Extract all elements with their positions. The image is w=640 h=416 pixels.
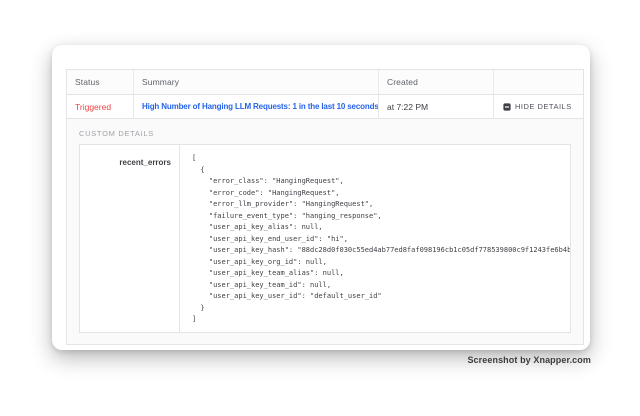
custom-details-box: recent_errors [ { "error_class": "Hangin… bbox=[79, 144, 571, 333]
column-header-label: Status bbox=[75, 77, 100, 87]
field-value-column: [ { "error_class": "HangingRequest", "er… bbox=[180, 145, 570, 332]
custom-details-heading: CUSTOM DETAILS bbox=[79, 129, 571, 138]
minus-square-icon bbox=[503, 103, 511, 111]
alert-summary-link[interactable]: High Number of Hanging LLM Requests: 1 i… bbox=[142, 102, 379, 111]
created-text: at 7:22 PM bbox=[387, 102, 428, 112]
column-header-label: Created bbox=[387, 77, 418, 87]
hide-details-button[interactable]: HIDE DETAILS bbox=[503, 102, 572, 111]
field-name-column: recent_errors bbox=[80, 145, 180, 332]
alerts-table: Status Summary Created Triggered High Nu… bbox=[66, 69, 584, 345]
column-header-summary: Summary bbox=[134, 70, 379, 94]
status-text: Triggered bbox=[75, 102, 111, 112]
created-cell: at 7:22 PM bbox=[379, 95, 494, 118]
xnapper-watermark: Screenshot by Xnapper.com bbox=[467, 355, 591, 365]
actions-cell: HIDE DETAILS bbox=[494, 95, 583, 118]
field-name-label: recent_errors bbox=[119, 158, 171, 167]
table-row: Triggered High Number of Hanging LLM Req… bbox=[67, 95, 583, 119]
column-header-label: Summary bbox=[142, 77, 179, 87]
table-header-row: Status Summary Created bbox=[67, 70, 583, 95]
column-header-created: Created bbox=[379, 70, 494, 94]
status-cell: Triggered bbox=[67, 95, 134, 118]
recent-errors-json: [ { "error_class": "HangingRequest", "er… bbox=[192, 153, 558, 326]
custom-details-section: CUSTOM DETAILS recent_errors [ { "error_… bbox=[67, 119, 583, 344]
column-header-actions bbox=[494, 70, 583, 94]
alert-details-card: Status Summary Created Triggered High Nu… bbox=[52, 45, 590, 350]
column-header-status: Status bbox=[67, 70, 134, 94]
summary-cell: High Number of Hanging LLM Requests: 1 i… bbox=[134, 95, 379, 118]
hide-details-label: HIDE DETAILS bbox=[515, 102, 572, 111]
